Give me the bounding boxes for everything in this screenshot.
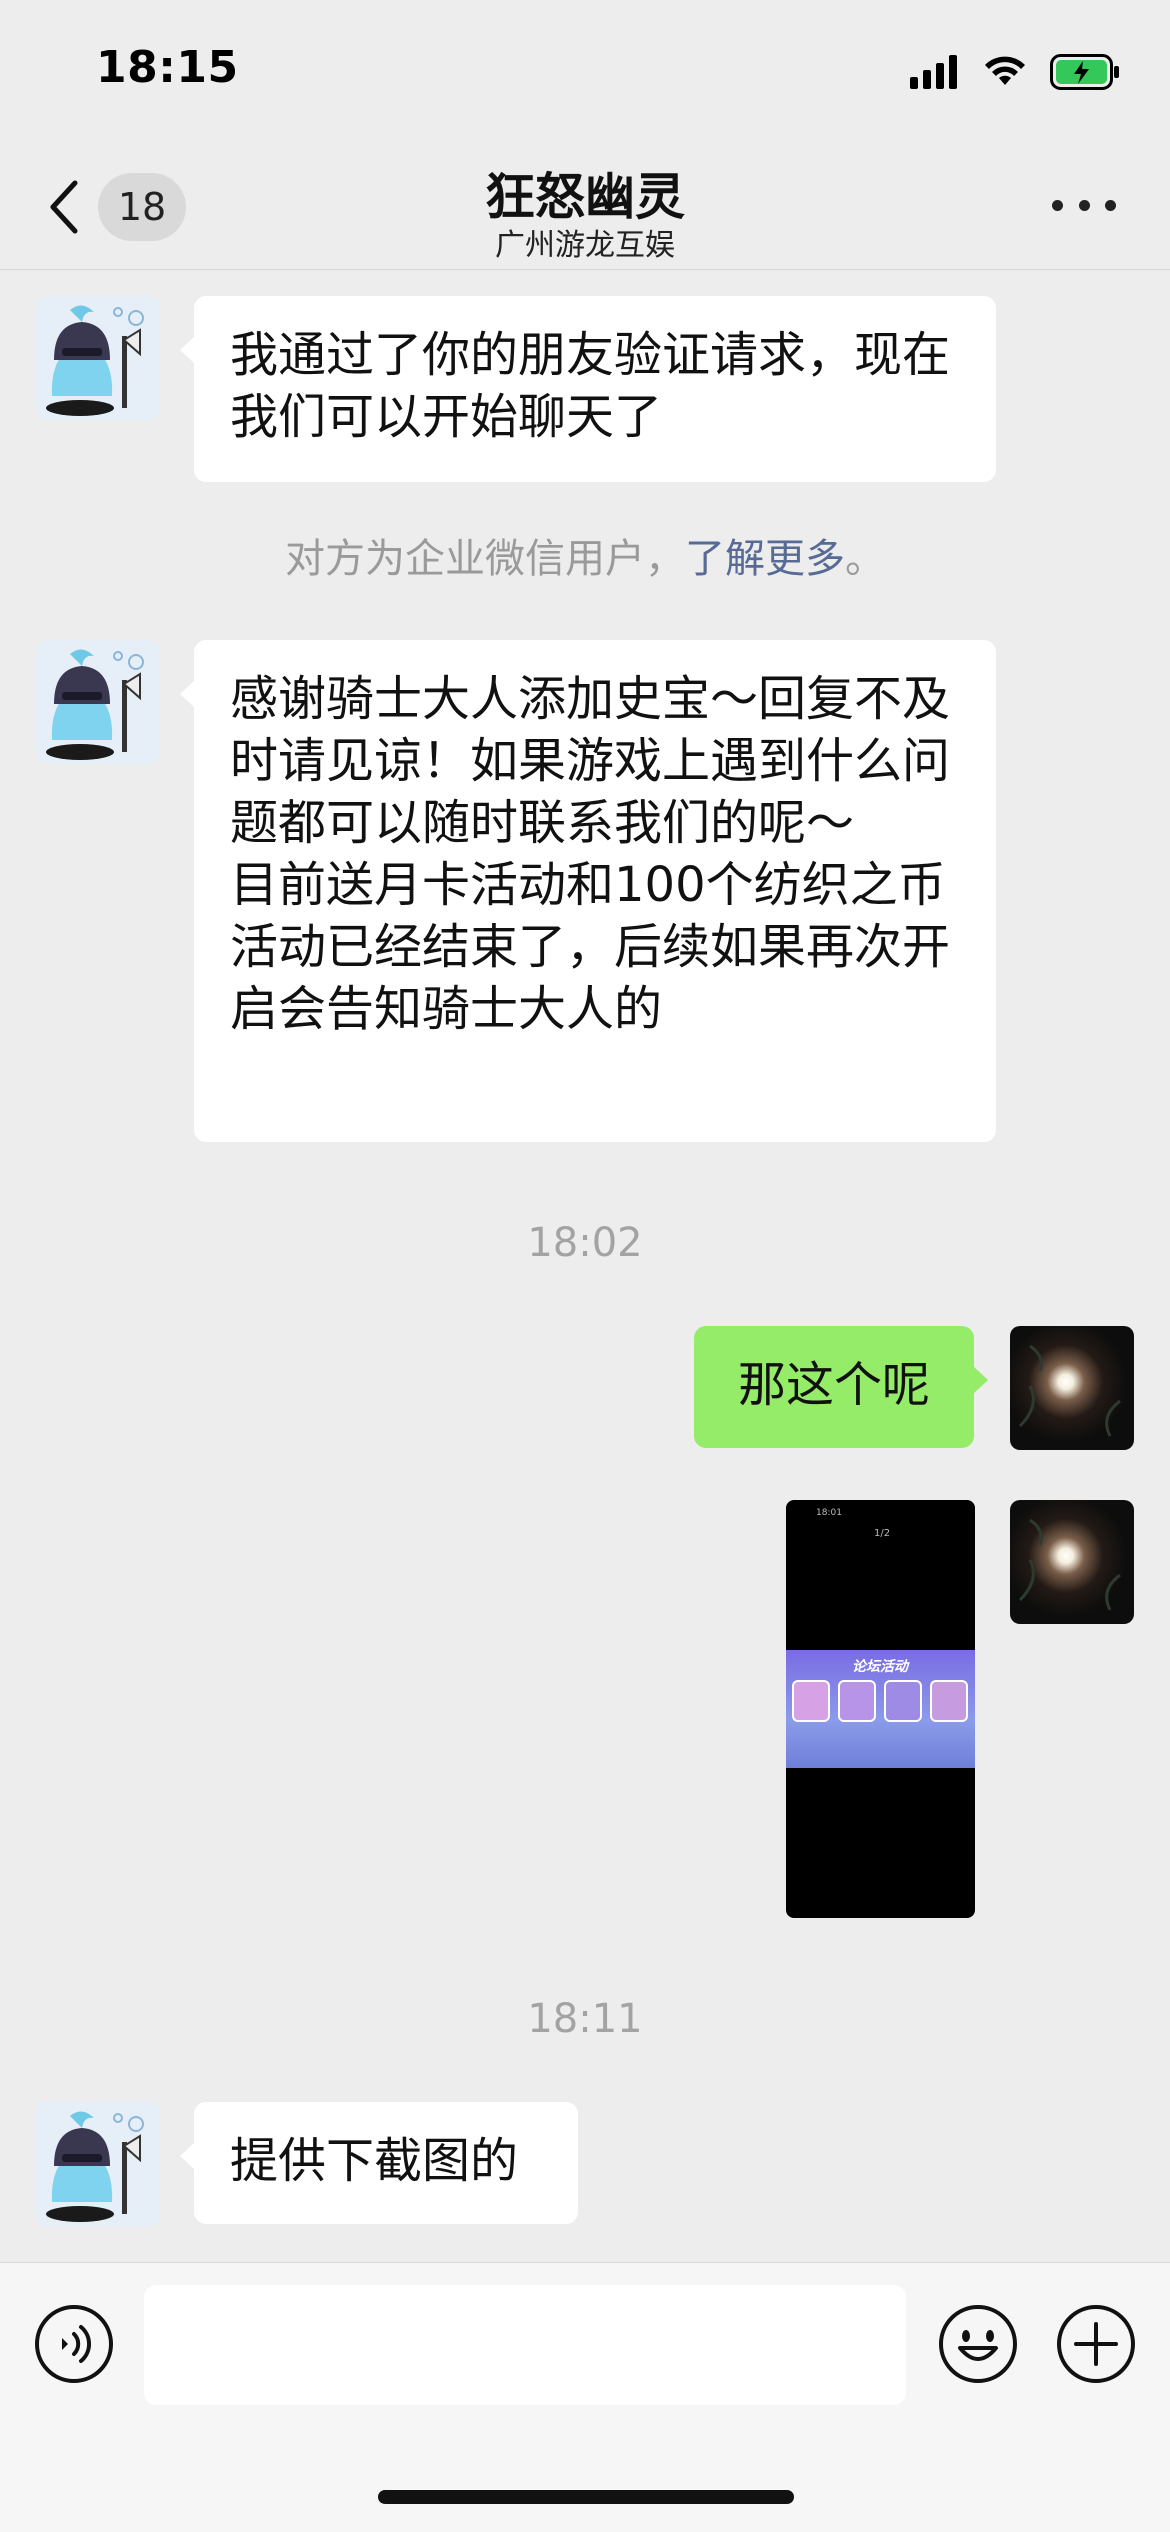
chat-title: 狂怒幽灵 (485, 168, 685, 226)
status-time: 18:15 (96, 42, 239, 93)
system-notice-text: 对方为企业微信用户， (285, 536, 685, 582)
image-card (838, 1680, 876, 1722)
timestamp: 18:11 (527, 1996, 643, 2042)
status-icons (910, 52, 1120, 92)
message-bubble-received[interactable]: 感谢骑士大人添加史宝～回复不及时请见谅！如果游戏上遇到什么问题都可以随时联系我们… (180, 640, 996, 1142)
plus-icon (1057, 2305, 1135, 2383)
cellular-signal-icon (910, 55, 960, 89)
image-forum-banner: 论坛活动 (786, 1650, 975, 1768)
message-text: 感谢骑士大人添加史宝～回复不及时请见谅！如果游戏上遇到什么问题都可以随时联系我们… (230, 671, 951, 1037)
voice-icon (35, 2305, 113, 2383)
message-bubble-received[interactable]: 提供下截图的 (180, 2102, 578, 2224)
nav-divider (0, 269, 1170, 270)
sent-image-message[interactable]: 18:01 1/2 论坛活动 (786, 1500, 975, 1918)
more-dot (1105, 199, 1116, 211)
more-options-button[interactable] (1052, 190, 1116, 220)
knight-avatar-icon (36, 640, 160, 764)
more-functions-button[interactable] (1056, 2304, 1136, 2384)
moon-photo-avatar-icon (1010, 1326, 1134, 1450)
timestamp: 18:02 (527, 1220, 643, 1266)
voice-input-button[interactable] (34, 2304, 114, 2384)
battery-charging-icon (1050, 54, 1120, 90)
image-card (884, 1680, 922, 1722)
message-bubble-sent[interactable]: 那这个呢 (694, 1326, 988, 1448)
moon-photo-avatar-icon (1010, 1500, 1134, 1624)
system-notice-suffix: 。 (845, 536, 885, 582)
knight-avatar-icon (36, 2102, 160, 2226)
back-button[interactable] (40, 175, 88, 239)
message-bubble-received[interactable]: 我通过了你的朋友验证请求，现在我们可以开始聊天了 (180, 296, 996, 482)
contact-avatar[interactable] (36, 296, 160, 420)
message-text: 我通过了你的朋友验证请求，现在我们可以开始聊天了 (230, 327, 951, 445)
status-bar: 18:15 (0, 0, 1170, 150)
knight-avatar-icon (36, 296, 160, 420)
contact-avatar[interactable] (36, 640, 160, 764)
chat-screen: 18:15 18 狂怒幽灵 广州游龙互娱 我通过了你的朋友验证请求，现在我们可以… (0, 0, 1170, 2532)
emoji-button[interactable] (938, 2304, 1018, 2384)
image-card (792, 1680, 830, 1722)
message-input[interactable] (144, 2285, 906, 2405)
wifi-icon (982, 55, 1028, 89)
learn-more-link[interactable]: 了解更多 (685, 536, 845, 582)
more-dot (1078, 199, 1090, 211)
image-inner-header: 18:01 1/2 (786, 1500, 975, 1540)
home-indicator[interactable] (378, 2490, 794, 2504)
message-text: 那这个呢 (737, 1357, 930, 1413)
more-dots-icon (1052, 199, 1063, 211)
system-notice: 对方为企业微信用户，了解更多。 (0, 526, 1170, 584)
image-card (930, 1680, 968, 1722)
message-text: 提供下截图的 (230, 2133, 519, 2189)
contact-avatar[interactable] (36, 2102, 160, 2226)
chat-subtitle: 广州游龙互娱 (495, 228, 675, 263)
unread-count-badge[interactable]: 18 (98, 173, 186, 241)
my-avatar[interactable] (1010, 1326, 1134, 1450)
image-inner-time: 18:01 (816, 1508, 842, 1518)
my-avatar[interactable] (1010, 1500, 1134, 1624)
image-banner-title: 论坛活动 (852, 1659, 908, 1675)
chevron-left-icon (50, 180, 78, 234)
image-inner-page: 1/2 (874, 1528, 891, 1539)
emoji-icon (939, 2305, 1017, 2383)
